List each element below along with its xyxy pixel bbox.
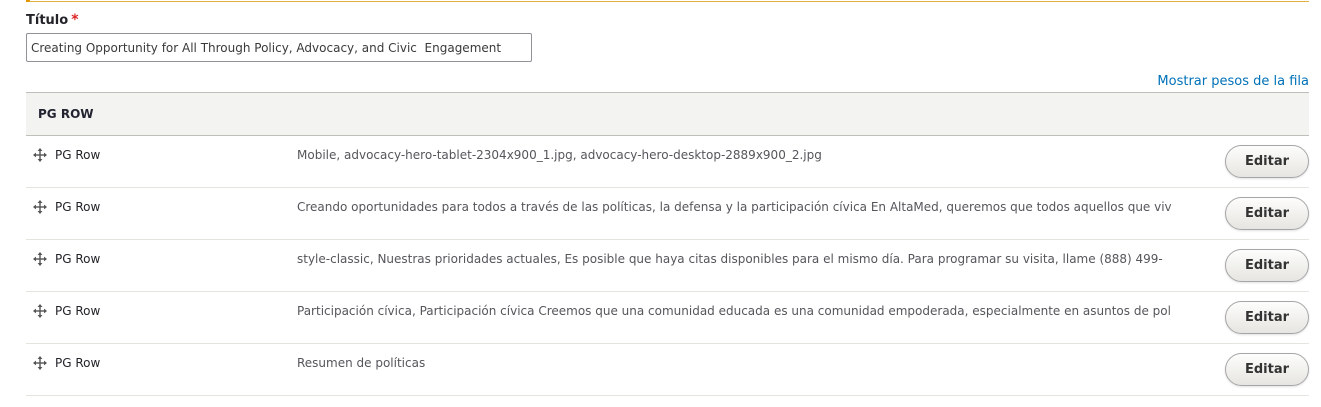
table-header: PG ROW <box>26 92 1309 136</box>
row-summary: Participación cívica, Participación cívi… <box>297 304 1171 318</box>
table-row: PG Row style-classic, Nuestras prioridad… <box>26 240 1309 292</box>
edit-button[interactable]: Editar <box>1225 249 1309 282</box>
table-header-pg-row: PG ROW <box>38 107 94 121</box>
warning-strip-corner <box>26 0 30 2</box>
move-arrows-icon[interactable] <box>33 252 47 266</box>
edit-button[interactable]: Editar <box>1225 197 1309 230</box>
row-type-label: PG Row <box>55 356 101 370</box>
edit-button[interactable]: Editar <box>1225 353 1309 386</box>
edit-button[interactable]: Editar <box>1225 301 1309 334</box>
title-label-text: Título <box>26 13 69 28</box>
paragraphs-table: PG ROW PG Row Mobile, advocacy-hero-tabl… <box>26 92 1309 396</box>
row-summary: Resumen de políticas <box>297 356 426 370</box>
title-field-label: Título * <box>26 12 79 28</box>
required-marker: * <box>71 12 79 28</box>
row-summary: style-classic, Nuestras prioridades actu… <box>297 252 1163 266</box>
edit-button[interactable]: Editar <box>1225 145 1309 178</box>
table-row: PG Row Creando oportunidades para todos … <box>26 188 1309 240</box>
warning-strip <box>26 0 1309 2</box>
table-row: PG Row Participación cívica, Participaci… <box>26 292 1309 344</box>
row-summary: Creando oportunidades para todos a travé… <box>297 200 1172 214</box>
move-arrows-icon[interactable] <box>33 356 47 370</box>
show-row-weights-link[interactable]: Mostrar pesos de la fila <box>1157 74 1309 89</box>
row-summary: Mobile, advocacy-hero-tablet-2304x900_1.… <box>297 148 822 162</box>
move-arrows-icon[interactable] <box>33 304 47 318</box>
title-input[interactable] <box>26 33 532 62</box>
move-arrows-icon[interactable] <box>33 148 47 162</box>
row-type-label: PG Row <box>55 304 101 318</box>
row-type-label: PG Row <box>55 148 101 162</box>
move-arrows-icon[interactable] <box>33 200 47 214</box>
row-type-label: PG Row <box>55 252 101 266</box>
table-row: PG Row Mobile, advocacy-hero-tablet-2304… <box>26 136 1309 188</box>
table-row: PG Row Resumen de políticas Editar <box>26 344 1309 396</box>
row-type-label: PG Row <box>55 200 101 214</box>
